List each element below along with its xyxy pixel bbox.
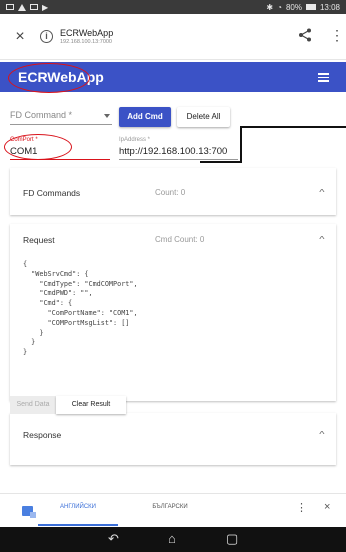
home-icon[interactable]: ⌂	[168, 531, 176, 547]
delete-all-button[interactable]: Delete All	[177, 107, 230, 127]
add-cmd-button[interactable]: Add Cmd	[119, 107, 171, 127]
clear-result-button[interactable]: Clear Result	[56, 396, 126, 414]
annotation-callout-line	[240, 126, 346, 163]
request-count: Cmd Count: 0	[155, 235, 205, 244]
browser-url: 192.168.100.13:7000	[60, 39, 112, 45]
cast-icon	[30, 4, 38, 10]
share-icon[interactable]	[298, 28, 312, 42]
system-nav-bar: ↶ ⌂ ▢	[0, 527, 346, 552]
close-tab-icon[interactable]: ×	[10, 28, 30, 46]
back-icon[interactable]: ↶	[108, 531, 119, 547]
ip-address-input[interactable]: http://192.168.100.13:700	[119, 146, 238, 160]
info-icon[interactable]: i	[40, 30, 53, 43]
fd-commands-title: FD Commands	[23, 188, 81, 198]
send-data-button[interactable]: Send Data	[10, 396, 56, 414]
bluetooth-icon: ✱	[266, 2, 274, 12]
browser-toolbar: × i ECRWebApp 192.168.100.13:7000 ⋮	[0, 14, 346, 60]
annotation-oval-brand	[8, 63, 90, 93]
response-title: Response	[23, 430, 62, 440]
translate-bar: АНГЛИЙСКИ БЪЛГАРСКИ ⋮ ×	[0, 493, 346, 527]
browser-title-block: ECRWebApp 192.168.100.13:7000	[60, 28, 113, 45]
translate-menu-icon[interactable]: ⋮	[296, 501, 307, 514]
browser-title: ECRWebApp	[60, 28, 114, 38]
annotation-oval-comport	[4, 134, 72, 160]
recents-icon[interactable]: ▢	[226, 531, 238, 547]
dropdown-caret-icon	[104, 114, 110, 118]
fd-command-select[interactable]: FD Command *	[10, 110, 112, 125]
wifi-icon: ◔	[277, 2, 282, 12]
fd-commands-count: Count: 0	[155, 188, 186, 197]
battery-percent: 80%	[285, 2, 302, 12]
fd-command-placeholder: FD Command *	[10, 110, 73, 120]
lang-tab-english[interactable]: АНГЛИЙСКИ	[38, 504, 118, 510]
action-buttons: Send Data Clear Result	[10, 396, 126, 414]
translate-icon	[22, 506, 36, 518]
play-icon: ▶	[42, 2, 49, 12]
screen-icon	[6, 4, 14, 10]
chevron-up-icon[interactable]: ^	[319, 235, 324, 244]
overflow-menu-icon[interactable]: ⋮	[330, 28, 344, 42]
annotation-callout-line-bottom	[200, 161, 242, 163]
request-panel[interactable]: Request Cmd Count: 0 ^ { "WebSrvCmd": { …	[10, 224, 336, 401]
translate-close-icon[interactable]: ×	[324, 501, 330, 513]
clock: 13:08	[319, 2, 340, 12]
ip-address-label: IpAddress *	[119, 137, 151, 143]
chevron-up-icon[interactable]: ^	[319, 430, 324, 439]
lang-tab-bulgarian[interactable]: БЪЛГАРСКИ	[130, 504, 210, 510]
battery-icon	[305, 4, 316, 10]
fd-commands-panel[interactable]: FD Commands Count: 0 ^	[10, 168, 336, 215]
chevron-up-icon[interactable]: ^	[319, 188, 324, 197]
status-bar: ▶ ✱ ◔ 80% 13:08	[0, 0, 346, 14]
response-panel[interactable]: Response ^	[10, 413, 336, 465]
request-json: { "WebSrvCmd": { "CmdType": "CmdCOMPort"…	[23, 260, 138, 357]
request-title: Request	[23, 235, 55, 245]
panels-container: FD Commands Count: 0 ^ Request Cmd Count…	[10, 168, 336, 468]
warning-icon	[18, 3, 26, 11]
active-tab-indicator	[38, 524, 118, 526]
hamburger-menu-icon[interactable]	[318, 73, 329, 82]
